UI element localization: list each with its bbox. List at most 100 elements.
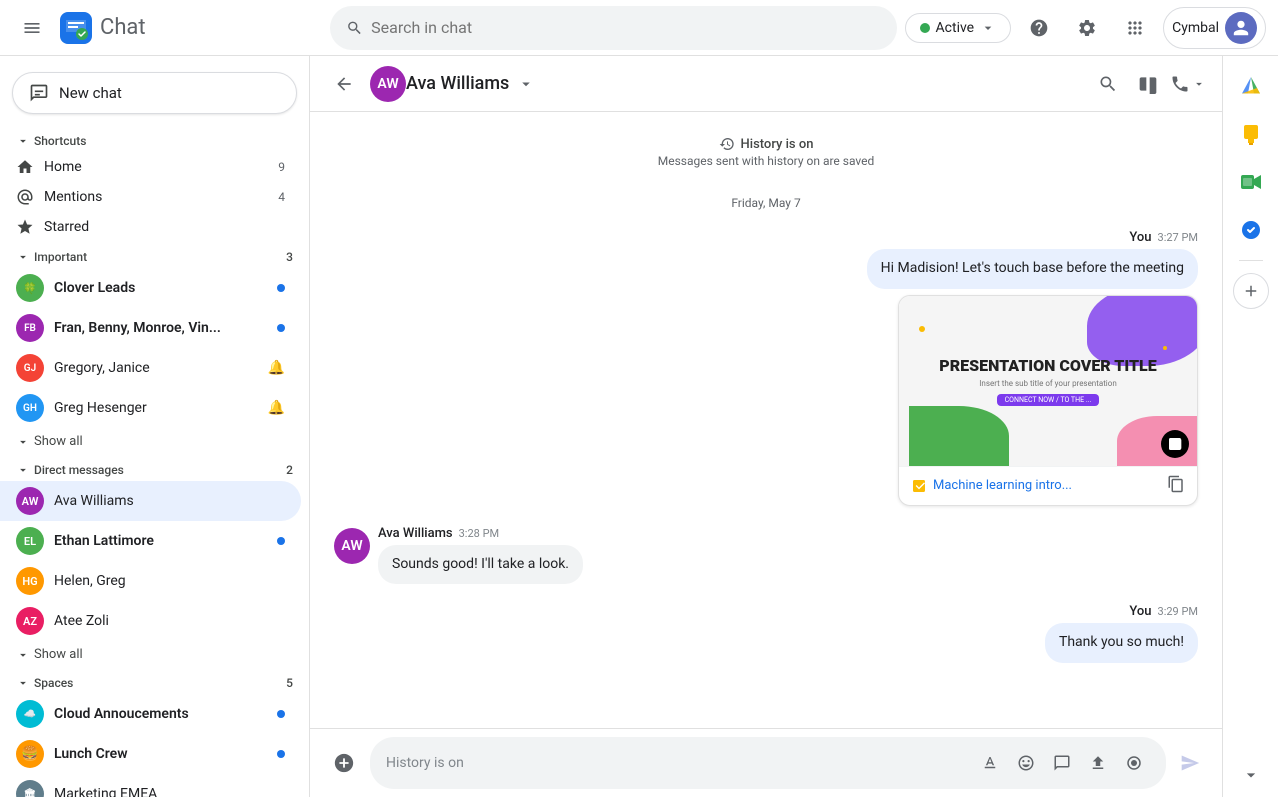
chat-title-area[interactable]: Ava Williams (406, 73, 1090, 94)
show-all-label: Show all (34, 434, 83, 449)
attachment-file-name: Machine learning intro... (933, 478, 1072, 493)
panel-chevron[interactable] (1241, 765, 1261, 789)
message-meta: 3:27 PM You (1129, 230, 1198, 245)
copy-button[interactable] (1167, 475, 1185, 497)
apps-button[interactable] (1115, 8, 1155, 48)
keep-icon-button[interactable] (1229, 112, 1273, 156)
decor-dot (1163, 346, 1167, 350)
sidebar-item-mentions[interactable]: Mentions 4 (0, 182, 301, 212)
message-row: 3:29 PM You Thank you so much! (334, 604, 1198, 663)
ethan-label: Ethan Lattimore (54, 533, 267, 549)
important-section-header[interactable]: Important 3 (0, 242, 309, 268)
help-button[interactable] (1019, 8, 1059, 48)
unread-dot (277, 537, 285, 545)
important-title: Important (34, 250, 87, 264)
search-button[interactable] (1090, 66, 1126, 102)
gregory-label: Gregory, Janice (54, 360, 258, 376)
send-button[interactable] (1174, 747, 1206, 779)
contact-avatar: AW (370, 66, 406, 102)
panel-divider (1239, 260, 1263, 261)
message-input[interactable]: History is on (370, 737, 1166, 789)
sidebar-item-clover-leads[interactable]: 🍀 Clover Leads (0, 268, 301, 308)
slides-icon (911, 478, 927, 494)
chevron-down-icon (16, 134, 30, 148)
message-meta: 3:29 PM You (1129, 604, 1198, 619)
sidebar-item-marketing[interactable]: 🏛 Marketing EMEA (0, 774, 301, 797)
sender-name: You (1129, 230, 1151, 245)
decor-dot (919, 326, 925, 332)
dm-count: 2 (286, 463, 293, 477)
lunch-label: Lunch Crew (54, 746, 267, 762)
sidebar-item-lunch[interactable]: 🍔 Lunch Crew (0, 734, 301, 774)
outgoing-message-group: 3:27 PM You Hi Madision! Let's touch bas… (867, 230, 1198, 506)
sidebar-item-atee[interactable]: AZ Atee Zoli (0, 601, 301, 641)
message-time: 3:29 PM (1158, 605, 1198, 618)
status-button[interactable]: Active (905, 13, 1012, 43)
sender-name: You (1129, 604, 1151, 619)
drive-icon-button[interactable] (1229, 64, 1273, 108)
new-chat-button[interactable]: New chat (12, 72, 297, 114)
back-button[interactable] (326, 66, 362, 102)
emoji-button[interactable] (1010, 747, 1042, 779)
settings-button[interactable] (1067, 8, 1107, 48)
account-area[interactable]: Cymbal (1163, 7, 1266, 49)
sidebar-item-greg-h[interactable]: GH Greg Hesenger 🔔 (0, 388, 301, 428)
add-app-button[interactable] (1233, 273, 1269, 309)
search-input[interactable] (371, 18, 880, 37)
attachment-card: PRESENTATION COVER TITLE Insert the sub … (898, 295, 1198, 506)
upload-button[interactable] (1082, 747, 1114, 779)
call-button[interactable] (1170, 66, 1206, 102)
presentation-title: PRESENTATION COVER TITLE (939, 356, 1156, 375)
split-view-button[interactable] (1130, 66, 1166, 102)
add-button[interactable] (326, 745, 362, 781)
message-time: 3:28 PM (459, 527, 499, 540)
avatar: 🏛 (16, 780, 44, 797)
date-divider: Friday, May 7 (334, 196, 1198, 210)
meet-icon-button[interactable] (1229, 160, 1273, 204)
important-show-all[interactable]: Show all (0, 428, 309, 455)
home-count: 9 (278, 160, 285, 174)
input-actions (974, 747, 1150, 779)
avatar (1225, 12, 1257, 44)
sidebar-item-cloud[interactable]: ☁️ Cloud Annoucements (0, 694, 301, 734)
sidebar-item-gregory[interactable]: GJ Gregory, Janice 🔔 (0, 348, 301, 388)
spaces-title: Spaces (34, 676, 73, 690)
format-text-button[interactable] (974, 747, 1006, 779)
chat-header-actions (1090, 66, 1206, 102)
unread-dot (277, 284, 285, 292)
sidebar-item-ethan[interactable]: EL Ethan Lattimore (0, 521, 301, 561)
sidebar: New chat Shortcuts Home 9 Mentions 4 Sta… (0, 56, 310, 797)
history-title: History is on (334, 136, 1198, 152)
sidebar-item-helen[interactable]: HG Helen, Greg (0, 561, 301, 601)
tasks-icon-button[interactable] (1229, 208, 1273, 252)
dm-show-all[interactable]: Show all (0, 641, 309, 668)
sidebar-item-ava[interactable]: AW Ava Williams (0, 481, 301, 521)
avatar: GJ (16, 354, 44, 382)
message-row: AW Ava Williams 3:28 PM Sounds good! I'l… (334, 526, 1198, 585)
message-time: 3:27 PM (1158, 231, 1198, 244)
greg-h-label: Greg Hesenger (54, 400, 258, 416)
message-bubble: Thank you so much! (1045, 623, 1198, 663)
menu-icon[interactable] (12, 8, 52, 48)
avatar: ☁️ (16, 700, 44, 728)
sidebar-item-home[interactable]: Home 9 (0, 152, 301, 182)
avatar: AZ (16, 607, 44, 635)
search-bar[interactable] (330, 6, 897, 50)
history-notice: History is on Messages sent with history… (334, 136, 1198, 168)
shortcuts-section-header[interactable]: Shortcuts (0, 126, 309, 152)
mute-icon: 🔔 (268, 400, 285, 416)
home-icon (16, 158, 34, 176)
mentions-icon (16, 188, 34, 206)
avatar: HG (16, 567, 44, 595)
dm-section-header[interactable]: Direct messages 2 (0, 455, 309, 481)
sidebar-item-fran[interactable]: FB Fran, Benny, Monroe, Vin... (0, 308, 301, 348)
meet-icon (1239, 170, 1263, 194)
record-button[interactable] (1118, 747, 1150, 779)
mentions-label: Mentions (44, 189, 268, 205)
thread-button[interactable] (1046, 747, 1078, 779)
spaces-section-header[interactable]: Spaces 5 (0, 668, 309, 694)
presentation-btn: CONNECT NOW / TO THE ... (997, 394, 1100, 406)
sidebar-item-starred[interactable]: Starred (0, 212, 301, 242)
helen-label: Helen, Greg (54, 573, 285, 589)
avatar: 🍀 (16, 274, 44, 302)
